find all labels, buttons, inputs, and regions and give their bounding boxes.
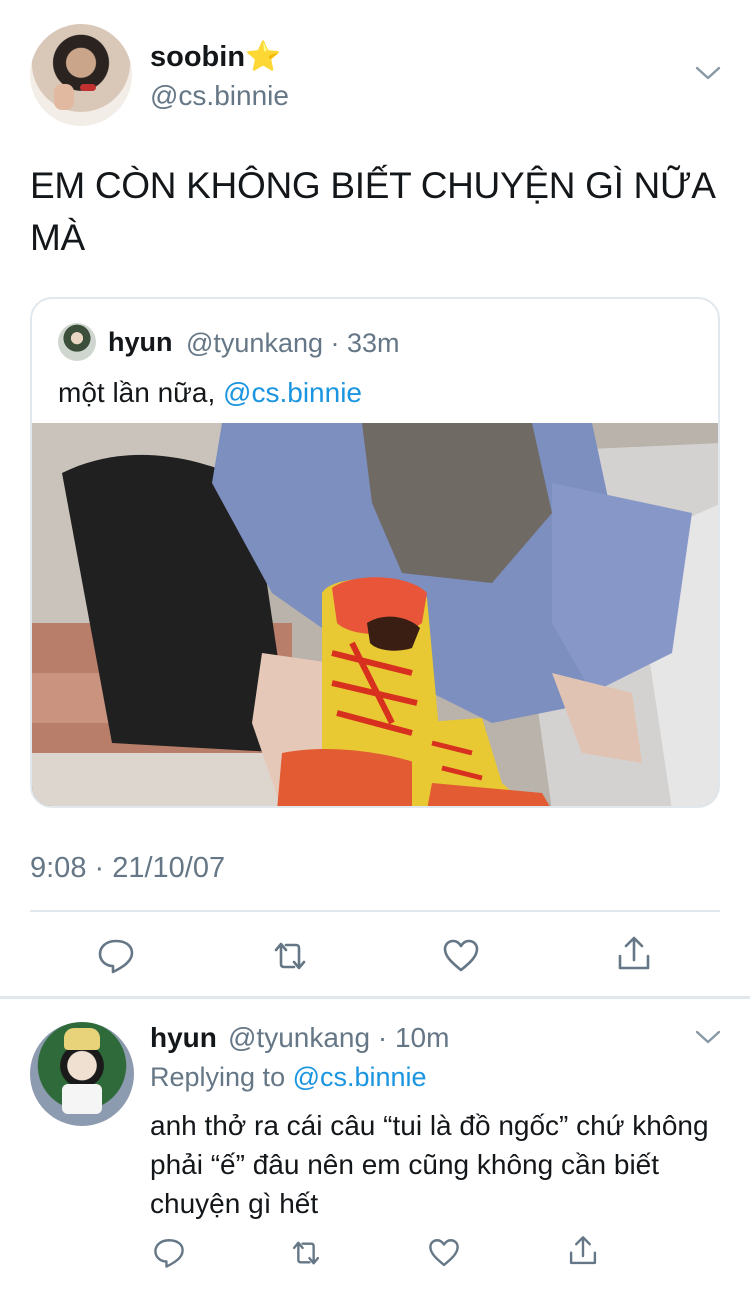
like-icon[interactable]: [427, 1236, 461, 1270]
chevron-down-icon[interactable]: [695, 1030, 721, 1044]
chevron-down-icon[interactable]: [695, 66, 721, 80]
reply-text: anh thở ra cái câu “tui là đồ ngốc” chứ …: [150, 1110, 709, 1219]
share-icon[interactable]: [614, 934, 654, 974]
reply-icon[interactable]: [152, 1236, 186, 1270]
tweet-timestamp[interactable]: 9:08 · 21/10/07: [30, 852, 225, 885]
reply-author-avatar[interactable]: [30, 1022, 134, 1126]
like-icon[interactable]: [441, 936, 481, 976]
quoted-author-avatar: [58, 323, 96, 361]
author-avatar[interactable]: [30, 24, 132, 126]
retweet-icon[interactable]: [270, 936, 310, 976]
quoted-author-meta: @tyunkang · 33m: [186, 328, 400, 358]
quoted-media-image[interactable]: [32, 423, 720, 808]
reply-icon[interactable]: [96, 936, 136, 976]
quoted-author-name: hyun: [108, 327, 173, 357]
retweet-icon[interactable]: [289, 1236, 323, 1270]
author-handle[interactable]: @cs.binnie: [150, 80, 289, 112]
section-divider: [0, 996, 750, 999]
quoted-tweet[interactable]: hyun @tyunkang · 33m một lần nữa, @cs.bi…: [30, 297, 720, 808]
replying-to-mention[interactable]: @cs.binnie: [293, 1062, 427, 1092]
author-name[interactable]: soobin⭐: [150, 40, 281, 74]
reply-author-meta[interactable]: @tyunkang · 10m: [228, 1022, 449, 1054]
quoted-mention-link[interactable]: @cs.binnie: [223, 377, 362, 408]
replying-to-label: Replying to @cs.binnie: [150, 1062, 427, 1092]
divider: [30, 910, 720, 912]
quoted-text: một lần nữa, @cs.binnie: [58, 377, 362, 408]
share-icon[interactable]: [566, 1234, 600, 1268]
reply-author-name[interactable]: hyun: [150, 1022, 217, 1054]
tweet-text: EM CÒN KHÔNG BIẾT CHUYỆN GÌ NỮA MÀ: [30, 165, 714, 258]
